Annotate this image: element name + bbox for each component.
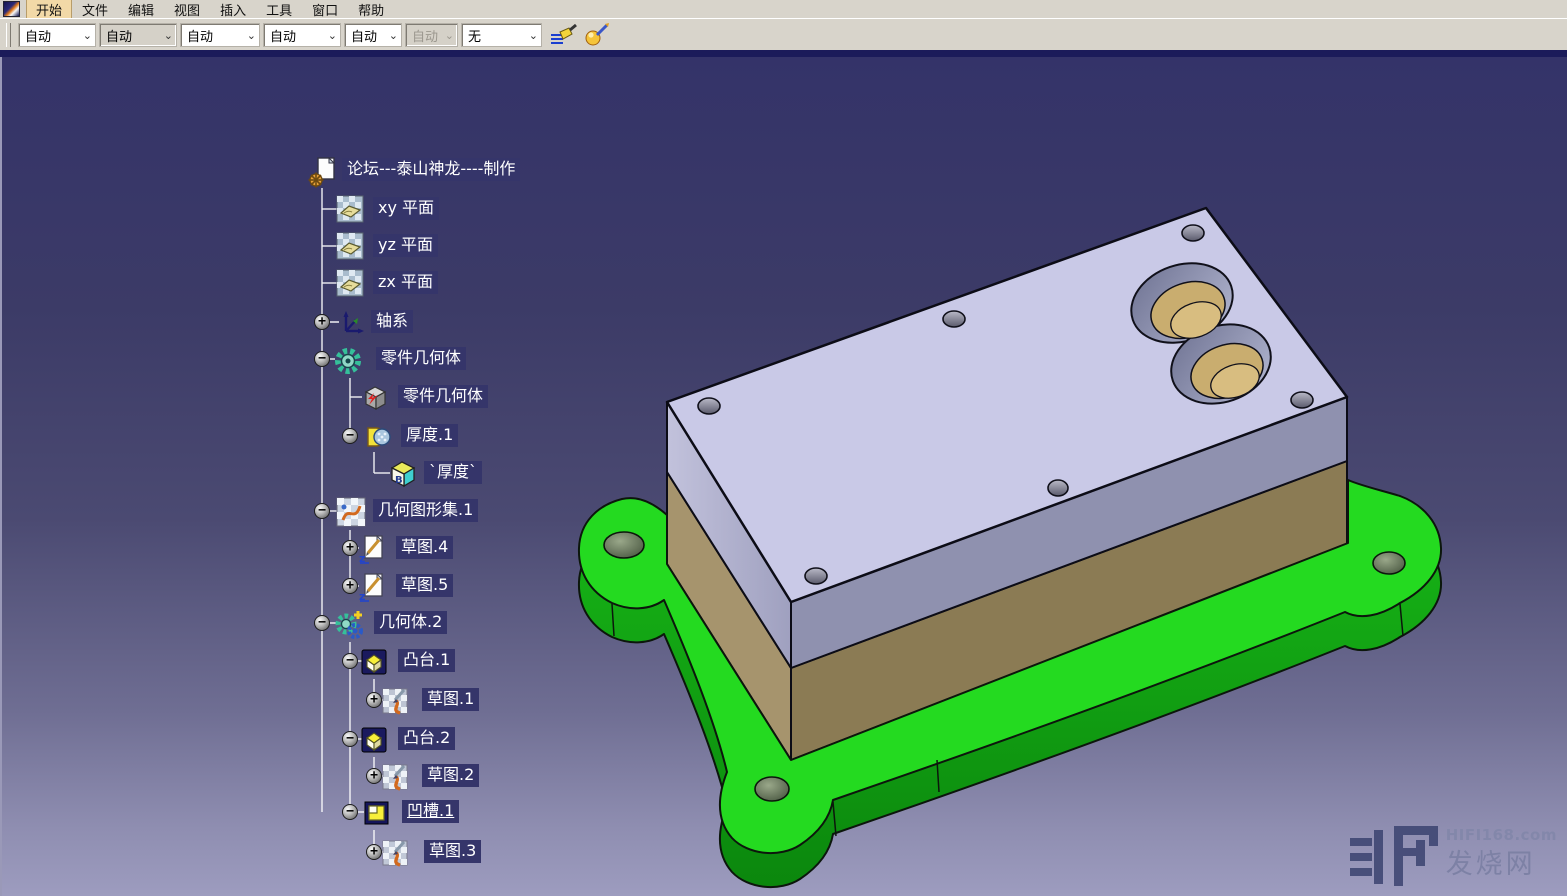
toolbar-combo-2[interactable]: 自动 ⌄ (100, 24, 176, 46)
tree-item-label[interactable]: 零件几何体 (376, 347, 466, 370)
pad-icon[interactable] (360, 725, 388, 753)
chevron-down-icon[interactable]: ⌄ (328, 29, 337, 42)
combo-value: 自动 (270, 26, 296, 45)
tree-expander-collapse[interactable]: − (314, 503, 330, 519)
tree-expander-expand[interactable]: + (366, 768, 382, 784)
chevron-down-icon[interactable]: ⌄ (247, 29, 256, 42)
tree-item-label[interactable]: 轴系 (371, 310, 413, 333)
body2-icon[interactable] (333, 609, 361, 637)
tree-item-label[interactable]: 草图.1 (422, 688, 479, 711)
copy-graphic-properties-icon[interactable] (550, 22, 578, 48)
tree-root-label[interactable]: 论坛---泰山神龙----制作 (342, 158, 520, 181)
chevron-down-icon[interactable]: ⌄ (529, 29, 538, 42)
watermark: HIFI168.com 发烧网 (1350, 826, 1557, 888)
part-body-icon[interactable] (332, 345, 360, 373)
toolbar-separator (0, 50, 1567, 57)
solid-body-icon[interactable] (360, 383, 388, 411)
menu-item-窗口[interactable]: 窗口 (302, 0, 348, 20)
tree-item-label[interactable]: yz 平面 (373, 234, 438, 257)
tree-item-label[interactable]: 厚度.1 (401, 424, 458, 447)
toolbar-combo-6[interactable]: 自动 ⌄ (406, 24, 457, 46)
tree-expander-collapse[interactable]: − (342, 804, 358, 820)
tree-expander-collapse[interactable]: − (314, 351, 330, 367)
toolbar-combo-1[interactable]: 自动 ⌄ (19, 24, 95, 46)
combo-value: 自动 (187, 26, 213, 45)
pocket-icon[interactable] (362, 798, 390, 826)
tree-item-label[interactable]: 几何体.2 (374, 611, 447, 634)
menu-item-视图[interactable]: 视图 (164, 0, 210, 20)
toolbar: 自动⌄自动⌄自动⌄自动⌄自动⌄自动⌄无⌄ (0, 18, 1567, 51)
sketch-hatched-icon[interactable] (382, 686, 410, 714)
pad-icon[interactable] (360, 647, 388, 675)
tree-expander-collapse[interactable]: − (314, 615, 330, 631)
tree-item-label[interactable]: 草图.5 (396, 574, 453, 597)
toolbar-combo-3[interactable]: 自动 ⌄ (181, 24, 259, 46)
tree-expander-expand[interactable]: + (342, 540, 358, 556)
menu-items: 开始文件编辑视图插入工具窗口帮助 (26, 0, 394, 20)
app-icon (3, 1, 20, 17)
menu-bar: 开始文件编辑视图插入工具窗口帮助 (0, 0, 1567, 18)
tree-item-label[interactable]: xy 平面 (373, 197, 439, 220)
svg-text:B: B (395, 475, 403, 486)
menu-item-工具[interactable]: 工具 (256, 0, 302, 20)
toolbar-drag-handle[interactable] (6, 23, 11, 47)
tree-item-label[interactable]: 草图.4 (396, 536, 453, 559)
tree-expander-collapse[interactable]: − (342, 653, 358, 669)
tree-expander-expand[interactable]: + (366, 692, 382, 708)
tree-expander-collapse[interactable]: − (342, 731, 358, 747)
tree-expander-expand[interactable]: + (366, 844, 382, 860)
chevron-down-icon[interactable]: ⌄ (445, 29, 454, 42)
menu-item-帮助[interactable]: 帮助 (348, 0, 394, 20)
menu-item-插入[interactable]: 插入 (210, 0, 256, 20)
sketch-hatched-icon[interactable] (382, 762, 410, 790)
sketch-icon[interactable]: z (357, 572, 385, 600)
tree-expander-expand[interactable]: + (314, 314, 330, 330)
model-scene (0, 0, 1567, 896)
watermark-name: 发烧网 (1446, 842, 1557, 881)
tree-item-label[interactable]: 几何图形集.1 (373, 499, 478, 522)
catia-window: { "window": { "menu_items": ["开始", "文件",… (0, 0, 1567, 896)
graphic-properties-wizard-icon[interactable] (582, 22, 610, 48)
tree-item-label[interactable]: 草图.3 (424, 840, 481, 863)
toolbar-combo-4[interactable]: 自动 ⌄ (264, 24, 340, 46)
sketch-hatched-icon[interactable] (382, 838, 410, 866)
tree-item-label[interactable]: 凸台.2 (398, 727, 455, 750)
toolbar-combo-7[interactable]: 无⌄ (462, 24, 541, 46)
sketch-icon[interactable]: z (357, 534, 385, 562)
menu-item-文件[interactable]: 文件 (72, 0, 118, 20)
menu-item-编辑[interactable]: 编辑 (118, 0, 164, 20)
part-document-icon[interactable] (308, 156, 336, 184)
combo-value: 自动 (351, 26, 377, 45)
tree-item-label[interactable]: 凹槽.1 (402, 800, 459, 823)
menu-item-开始[interactable]: 开始 (26, 0, 72, 20)
watermark-logo-icon (1350, 826, 1438, 888)
thickness-def-icon[interactable]: B (388, 459, 416, 487)
tree-item-label[interactable]: zx 平面 (373, 271, 438, 294)
tree-item-label[interactable]: 零件几何体 (398, 385, 488, 408)
toolbar-combos: 自动⌄自动⌄自动⌄自动⌄自动⌄自动⌄无⌄ (19, 24, 546, 46)
plane-icon[interactable] (336, 269, 364, 297)
plane-icon[interactable] (336, 232, 364, 260)
chevron-down-icon[interactable]: ⌄ (83, 29, 92, 42)
tree-expander-collapse[interactable]: − (342, 428, 358, 444)
toolbar-combo-5[interactable]: 自动 ⌄ (345, 24, 401, 46)
combo-value: 自动 (412, 26, 438, 45)
combo-value: 自动 (25, 26, 51, 45)
chevron-down-icon[interactable]: ⌄ (389, 29, 398, 42)
tree-item-label[interactable]: 草图.2 (422, 764, 479, 787)
tree-expander-expand[interactable]: + (342, 578, 358, 594)
axis-system-icon[interactable] (337, 308, 365, 336)
tree-item-label[interactable]: 凸台.1 (398, 649, 455, 672)
chevron-down-icon[interactable]: ⌄ (164, 29, 173, 42)
combo-value: 自动 (106, 26, 132, 45)
plane-icon[interactable] (336, 195, 364, 223)
tree-item-label[interactable]: `厚度` (424, 461, 482, 484)
combo-value: 无 (468, 26, 481, 45)
thickness-icon[interactable] (362, 422, 390, 450)
geometric-set-icon[interactable] (336, 497, 364, 525)
